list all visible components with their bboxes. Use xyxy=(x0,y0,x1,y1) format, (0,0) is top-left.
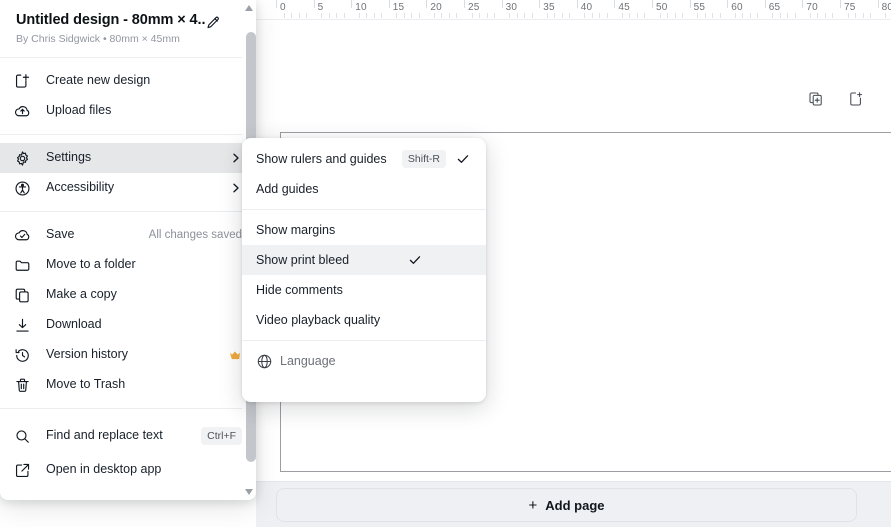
menu-item-accessibility[interactable]: Accessibility xyxy=(0,173,256,203)
add-page-button-top[interactable] xyxy=(843,86,869,112)
menu-item-label: Create new design xyxy=(46,73,151,88)
divider xyxy=(0,211,256,212)
submenu-item-show-print-bleed[interactable]: Show print bleed xyxy=(242,245,486,275)
settings-submenu-items: Show rulers and guides Shift-R Add guides S… xyxy=(242,144,486,376)
duplicate-page-icon xyxy=(808,91,824,107)
create-new-design-icon xyxy=(14,71,36,91)
menu-item-save[interactable]: Save All changes saved xyxy=(0,220,256,250)
menu-item-find-and-replace-text[interactable]: Find and replace text Ctrl+F xyxy=(0,417,256,455)
save-status: All changes saved xyxy=(148,229,242,241)
add-page-icon xyxy=(848,91,864,107)
menu-item-label: Open in desktop app xyxy=(46,462,162,477)
menu-item-label: Version history xyxy=(46,347,128,362)
divider xyxy=(0,134,256,135)
menu-item-move-to-trash[interactable]: Move to Trash xyxy=(0,370,256,400)
check-icon xyxy=(406,253,424,267)
menu-item-open-in-desktop-app[interactable]: Open in desktop app xyxy=(0,455,256,485)
menu-item-label: Move to Trash xyxy=(46,377,126,392)
submenu-item-show-rulers-and-guides[interactable]: Show rulers and guides Shift-R xyxy=(242,144,486,174)
file-menu-panel: Untitled design - 80mm × 4... By Chris S… xyxy=(0,0,256,500)
add-page-button[interactable]: + Add page xyxy=(276,488,857,522)
submenu-item-video-playback-quality[interactable]: Video playback quality xyxy=(242,305,486,335)
file-menu-group: Save All changes saved Move to a folder Mak… xyxy=(0,214,256,406)
gear-icon xyxy=(14,148,36,168)
menu-item-version-history[interactable]: Version history xyxy=(0,340,256,370)
scroll-up-button[interactable] xyxy=(242,1,256,15)
submenu-item-label: Show print bleed xyxy=(256,252,350,267)
menu-item-move-to-a-folder[interactable]: Move to a folder xyxy=(0,250,256,280)
menu-item-label: Download xyxy=(46,317,102,332)
folder-icon xyxy=(14,255,36,275)
page-toolbar xyxy=(803,86,869,112)
add-page-label: Add page xyxy=(545,497,605,513)
shortcut-badge: Shift-R xyxy=(401,150,446,168)
caret-up-icon xyxy=(245,5,253,11)
bottom-bar: + Add page xyxy=(256,481,891,527)
pencil-icon xyxy=(205,15,221,31)
design-title: Untitled design - 80mm × 4... xyxy=(16,12,206,28)
menu-item-upload-files[interactable]: Upload files xyxy=(0,96,256,126)
submenu-item-label: Show rulers and guides xyxy=(256,151,387,166)
file-menu-items: Create new design Upload files Settings Acc… xyxy=(0,60,256,491)
file-menu-header: Untitled design - 80mm × 4... By Chris S… xyxy=(0,0,256,55)
submenu-item-label: Show margins xyxy=(256,222,336,237)
file-menu-group: Create new design Upload files xyxy=(0,60,256,132)
submenu-item-language[interactable]: Language xyxy=(242,346,486,376)
menu-item-label: Move to a folder xyxy=(46,257,136,272)
divider xyxy=(242,340,486,341)
history-icon xyxy=(14,345,36,365)
menu-item-make-a-copy[interactable]: Make a copy xyxy=(0,280,256,310)
submenu-item-label: Language xyxy=(280,353,336,368)
divider xyxy=(0,57,256,58)
caret-down-icon xyxy=(245,489,253,495)
search-icon xyxy=(14,426,36,446)
menu-item-label: Settings xyxy=(46,150,92,165)
upload-cloud-icon xyxy=(14,101,36,121)
accessibility-icon xyxy=(14,178,36,198)
shortcut-badge: Ctrl+F xyxy=(201,427,242,445)
file-menu-group: Find and replace text Ctrl+F Open in deskt… xyxy=(0,411,256,491)
crown-icon xyxy=(229,349,242,361)
submenu-item-add-guides[interactable]: Add guides xyxy=(242,174,486,204)
submenu-item-label: Hide comments xyxy=(256,282,343,297)
edit-title-button[interactable] xyxy=(200,10,226,36)
menu-item-settings[interactable]: Settings xyxy=(0,143,256,173)
scroll-down-button[interactable] xyxy=(242,485,256,499)
download-icon xyxy=(14,315,36,335)
canva-editor-window: 05101520253035404550556065707580 xyxy=(0,0,891,527)
globe-icon xyxy=(256,353,280,370)
menu-item-create-new-design[interactable]: Create new design xyxy=(0,66,256,96)
save-cloud-icon xyxy=(14,225,36,245)
copy-icon xyxy=(14,285,36,305)
submenu-item-label: Add guides xyxy=(256,181,319,196)
menu-item-label: Make a copy xyxy=(46,287,117,302)
chevron-right-icon[interactable] xyxy=(230,152,242,164)
menu-item-label: Upload files xyxy=(46,103,112,118)
plus-icon: + xyxy=(528,496,538,514)
duplicate-page-button[interactable] xyxy=(803,86,829,112)
menu-item-label: Find and replace text xyxy=(46,428,163,443)
divider xyxy=(0,408,256,409)
divider xyxy=(242,209,486,210)
menu-item-label: Accessibility xyxy=(46,180,115,195)
menu-item-download[interactable]: Download xyxy=(0,310,256,340)
menu-item-label: Save xyxy=(46,227,75,242)
file-menu-group: Settings Accessibility xyxy=(0,137,256,209)
chevron-right-icon[interactable] xyxy=(230,182,242,194)
external-link-icon xyxy=(14,460,36,480)
submenu-item-hide-comments[interactable]: Hide comments xyxy=(242,275,486,305)
trash-icon xyxy=(14,375,36,395)
horizontal-ruler[interactable]: 05101520253035404550556065707580 xyxy=(256,0,891,20)
settings-submenu: Show rulers and guides Shift-R Add guides S… xyxy=(242,138,486,402)
check-icon xyxy=(454,152,472,166)
submenu-item-show-margins[interactable]: Show margins xyxy=(242,215,486,245)
submenu-item-label: Video playback quality xyxy=(256,312,381,327)
